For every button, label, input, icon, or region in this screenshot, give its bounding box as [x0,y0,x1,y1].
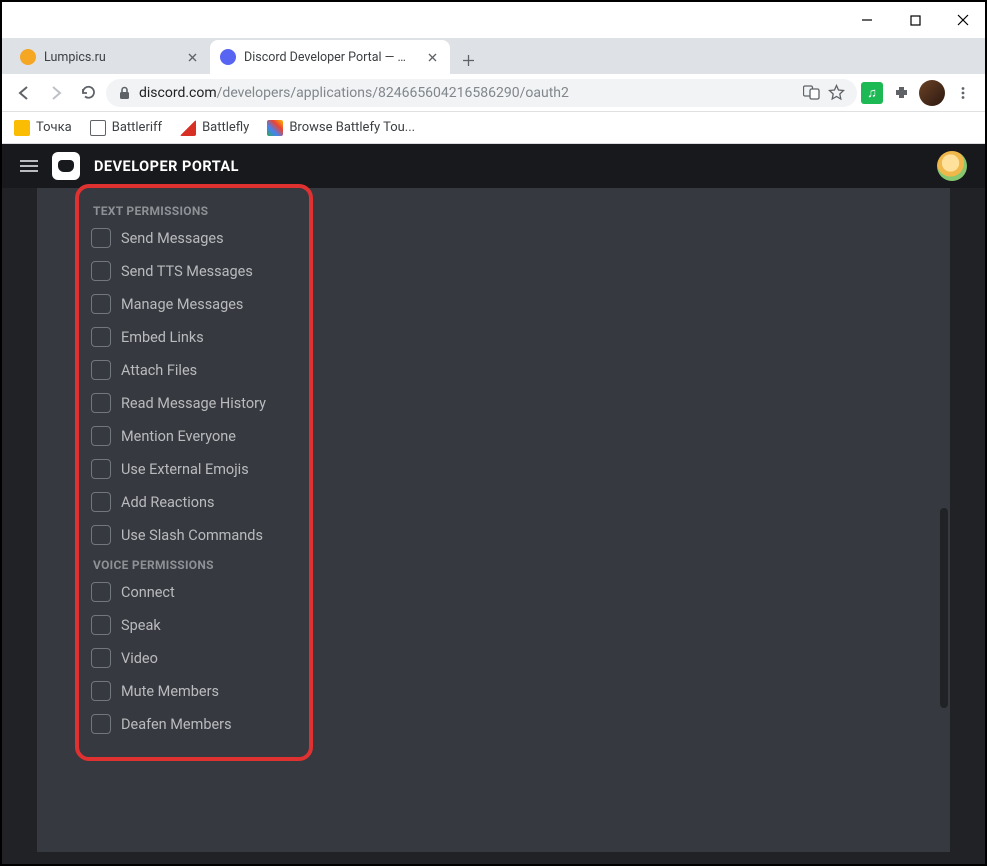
bookmark-icon [180,120,196,136]
checkbox-icon[interactable] [91,582,111,602]
bookmark-icon [90,120,106,136]
permission-attach-files[interactable]: Attach Files [89,360,299,380]
permission-label: Use External Emojis [121,461,249,478]
portal-title: DEVELOPER PORTAL [94,158,239,175]
bookmark-item[interactable]: Battleriff [90,120,162,136]
permission-label: Video [121,650,158,667]
permission-label: Read Message History [121,395,266,412]
bookmark-label: Точка [36,120,72,135]
window-close-button[interactable] [949,6,977,34]
user-avatar[interactable] [937,151,967,181]
permission-use-external-emojis[interactable]: Use External Emojis [89,459,299,479]
back-button[interactable] [10,79,38,107]
content-area: TEXT PERMISSIONS Send Messages Send TTS … [37,188,950,852]
tab-title: Discord Developer Portal — My A [244,50,416,65]
permission-embed-links[interactable]: Embed Links [89,327,299,347]
favicon-icon [220,49,236,65]
permission-label: Send TTS Messages [121,263,253,280]
permission-label: Embed Links [121,329,204,346]
permission-label: Connect [121,584,175,601]
checkbox-icon[interactable] [91,360,111,380]
window-minimize-button[interactable] [853,6,881,34]
permission-label: Send Messages [121,230,224,247]
bookmark-label: Battlefly [202,120,249,135]
profile-avatar[interactable] [919,80,945,106]
bookmark-icon [267,120,283,136]
checkbox-icon[interactable] [91,615,111,635]
discord-logo-icon [52,152,80,180]
checkbox-icon[interactable] [91,327,111,347]
checkbox-icon[interactable] [91,714,111,734]
url-text: discord.com/developers/applications/8246… [139,85,795,101]
bookmark-item[interactable]: Browse Battlefy Tou... [267,120,415,136]
permission-label: Deafen Members [121,716,232,733]
permission-manage-messages[interactable]: Manage Messages [89,294,299,314]
new-tab-button[interactable] [454,46,482,74]
permission-connect[interactable]: Connect [89,582,299,602]
permission-mute-members[interactable]: Mute Members [89,681,299,701]
checkbox-icon[interactable] [91,681,111,701]
checkbox-icon[interactable] [91,228,111,248]
section-title-voice-permissions: VOICE PERMISSIONS [93,558,299,572]
extension-music-icon[interactable]: ♫ [861,82,883,104]
favicon-icon [20,49,36,65]
extensions-button[interactable] [887,79,915,107]
permission-label: Mute Members [121,683,219,700]
permission-label: Use Slash Commands [121,527,263,544]
permissions-panel: TEXT PERMISSIONS Send Messages Send TTS … [79,188,309,757]
checkbox-icon[interactable] [91,492,111,512]
permission-label: Mention Everyone [121,428,236,445]
checkbox-icon[interactable] [91,525,111,545]
discord-header: DEVELOPER PORTAL [2,144,985,188]
checkbox-icon[interactable] [91,393,111,413]
window-maximize-button[interactable] [901,6,929,34]
checkbox-icon[interactable] [91,426,111,446]
browser-tab-lumpics[interactable]: Lumpics.ru [10,40,210,74]
lock-icon [118,86,131,100]
bookmark-item[interactable]: Точка [14,120,72,136]
browser-tab-discord[interactable]: Discord Developer Portal — My A [210,40,450,74]
bookmark-label: Browse Battlefy Tou... [289,120,415,135]
menu-button[interactable] [949,79,977,107]
bookmark-icon [14,120,30,136]
permission-label: Add Reactions [121,494,215,511]
bookmarks-bar: Точка Battleriff Battlefly Browse Battle… [2,112,985,144]
permission-send-tts-messages[interactable]: Send TTS Messages [89,261,299,281]
scrollbar-track[interactable] [940,228,948,832]
permission-video[interactable]: Video [89,648,299,668]
window-titlebar [2,2,985,38]
tab-title: Lumpics.ru [44,50,176,65]
permission-read-message-history[interactable]: Read Message History [89,393,299,413]
permission-mention-everyone[interactable]: Mention Everyone [89,426,299,446]
permission-add-reactions[interactable]: Add Reactions [89,492,299,512]
checkbox-icon[interactable] [91,459,111,479]
checkbox-icon[interactable] [91,648,111,668]
star-icon[interactable] [828,84,845,101]
forward-button[interactable] [42,79,70,107]
scrollbar-thumb[interactable] [940,508,948,708]
permission-label: Speak [121,617,161,634]
permission-use-slash-commands[interactable]: Use Slash Commands [89,525,299,545]
translate-icon[interactable] [803,85,820,100]
hamburger-menu-button[interactable] [20,160,38,172]
reload-button[interactable] [74,79,102,107]
address-bar[interactable]: discord.com/developers/applications/8246… [106,79,857,107]
bookmark-item[interactable]: Battlefly [180,120,249,136]
close-icon[interactable] [184,49,200,65]
browser-tab-strip: Lumpics.ru Discord Developer Portal — My… [2,38,985,74]
permission-send-messages[interactable]: Send Messages [89,228,299,248]
permission-deafen-members[interactable]: Deafen Members [89,714,299,734]
section-title-text-permissions: TEXT PERMISSIONS [93,204,299,218]
permission-speak[interactable]: Speak [89,615,299,635]
close-icon[interactable] [424,49,440,65]
bookmark-label: Battleriff [112,120,162,135]
checkbox-icon[interactable] [91,294,111,314]
browser-toolbar: discord.com/developers/applications/8246… [2,74,985,112]
checkbox-icon[interactable] [91,261,111,281]
permission-label: Attach Files [121,362,197,379]
permission-label: Manage Messages [121,296,243,313]
